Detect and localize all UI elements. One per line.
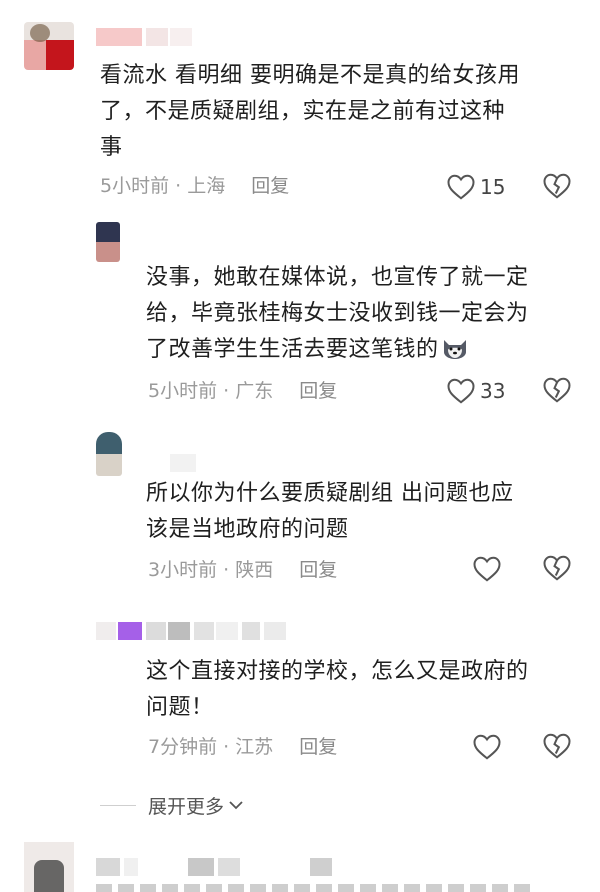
dislike-button[interactable]: [542, 732, 572, 762]
comment-text: 没事，她敢在媒体说，也宣传了就一定 给，毕竟张桂梅女士没收到钱一定会为 了改善学…: [146, 265, 529, 362]
like-count: 33: [480, 379, 506, 403]
comment-text: 这个直接对接的学校，怎么又是政府的 问题！: [146, 659, 529, 720]
avatar[interactable]: [96, 432, 122, 476]
username[interactable]: [170, 454, 196, 472]
username[interactable]: [96, 858, 346, 876]
comment-text: 看流水 看明细 要明确是不是真的给女孩用 了，不是质疑剧组，实在是之前有过这种 …: [100, 63, 520, 160]
timestamp-location: 7分钟前 · 江苏: [148, 736, 274, 758]
heart-icon: [447, 174, 475, 200]
avatar[interactable]: [24, 22, 74, 70]
reply-button[interactable]: 回复: [299, 378, 337, 404]
divider: [100, 804, 136, 806]
username[interactable]: [96, 28, 196, 46]
like-count: 15: [480, 175, 506, 199]
dog-emoji-icon: [441, 336, 469, 360]
timestamp-location: 3小时前 · 陕西: [148, 559, 274, 581]
comment-meta: 3小时前 · 陕西 回复: [148, 557, 337, 583]
chevron-down-icon: [229, 801, 243, 810]
reply-button[interactable]: 回复: [251, 173, 289, 199]
expand-more-label: 展开更多: [148, 795, 225, 818]
reply-button[interactable]: 回复: [299, 557, 337, 583]
heart-icon: [447, 378, 475, 404]
like-button[interactable]: 15: [446, 172, 505, 202]
reply-button[interactable]: 回复: [299, 734, 337, 760]
comment-text: 所以你为什么要质疑剧组 出问题也应 该是当地政府的问题: [146, 481, 514, 542]
avatar[interactable]: [96, 222, 120, 262]
expand-more-button[interactable]: 展开更多: [100, 790, 245, 820]
broken-heart-icon: [543, 377, 571, 403]
comment-meta: 7分钟前 · 江苏 回复: [148, 734, 337, 760]
dislike-button[interactable]: [542, 554, 572, 584]
broken-heart-icon: [543, 733, 571, 759]
like-button[interactable]: [472, 732, 506, 762]
broken-heart-icon: [543, 173, 571, 199]
dislike-button[interactable]: [542, 172, 572, 202]
avatar[interactable]: [96, 622, 116, 640]
comment-meta: 5小时前 · 上海 回复: [100, 173, 289, 199]
heart-icon: [473, 734, 501, 760]
timestamp-location: 5小时前 · 广东: [148, 380, 274, 402]
like-button[interactable]: 33: [446, 376, 505, 406]
heart-icon: [473, 556, 501, 582]
like-button[interactable]: [472, 554, 506, 584]
comment-meta: 5小时前 · 广东 回复: [148, 378, 337, 404]
timestamp-location: 5小时前 · 上海: [100, 175, 226, 197]
avatar[interactable]: [24, 842, 74, 892]
username[interactable]: [118, 622, 288, 640]
comment-text-cutoff: [96, 884, 536, 892]
dislike-button[interactable]: [542, 376, 572, 406]
broken-heart-icon: [543, 555, 571, 581]
